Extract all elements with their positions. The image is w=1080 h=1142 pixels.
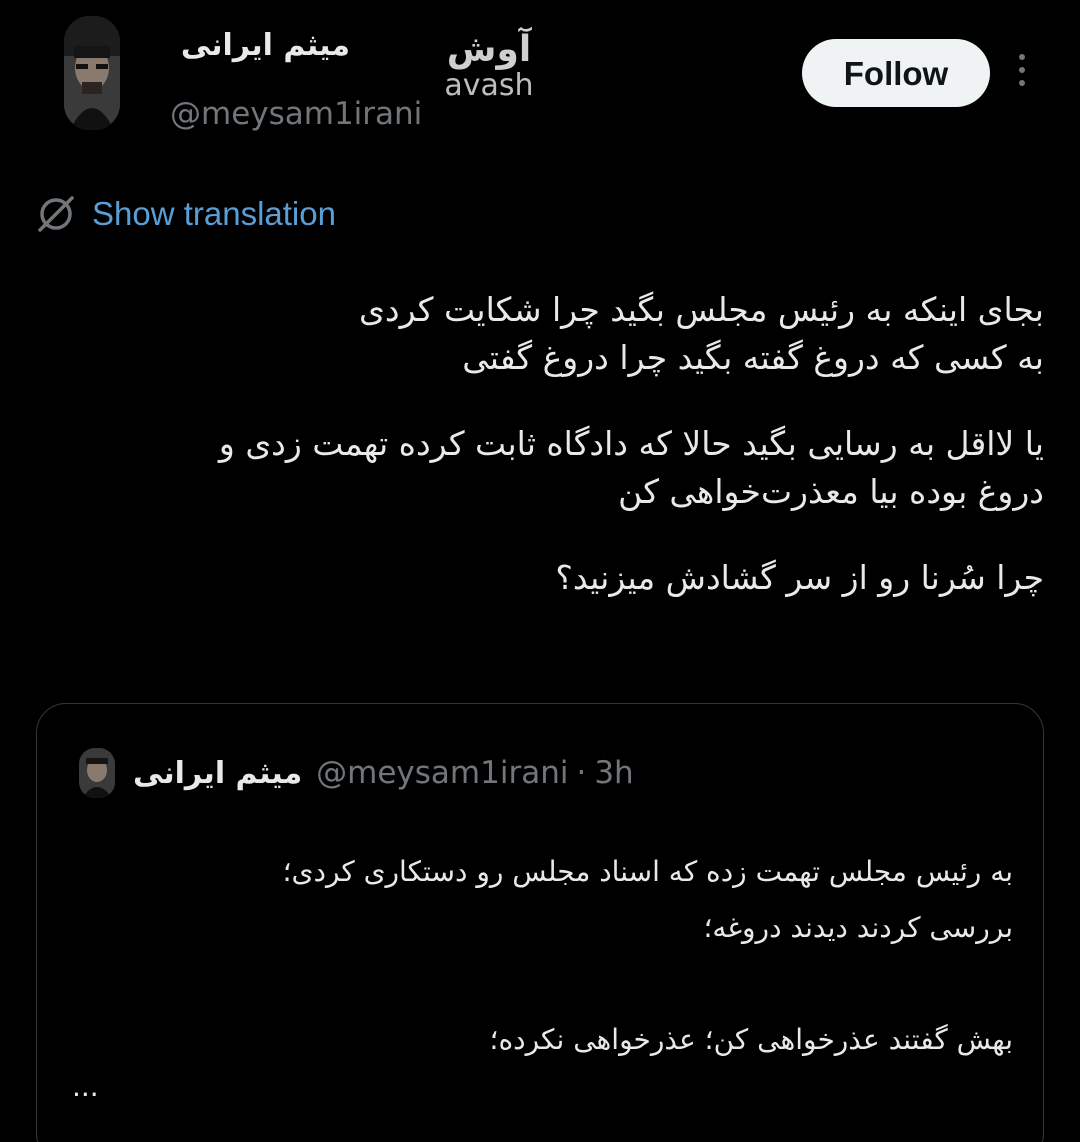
tweet-line: یا لااقل به رسایی بگید حالا که دادگاه ثا… bbox=[218, 424, 1044, 463]
follow-button[interactable]: Follow bbox=[802, 39, 990, 107]
more-vertical-icon[interactable] bbox=[1012, 54, 1032, 94]
tweet-line: بجای اینکه به رئیس مجلس بگید چرا شکایت ک… bbox=[359, 290, 1044, 329]
tweet-line: دروغ بوده بیا معذرت‌خواهی کن bbox=[618, 472, 1044, 511]
watermark-text-fa: آوش bbox=[446, 29, 532, 70]
watermark-text-en: avash bbox=[444, 68, 534, 103]
watermark-logo: آوش avash bbox=[434, 30, 544, 110]
tweet-paragraph: بجای اینکه به رئیس مجلس بگید چرا شکایت ک… bbox=[40, 286, 1044, 382]
quoted-tweet-text: به رئیس مجلس تهمت زده که اسناد مجلس رو د… bbox=[77, 844, 1013, 1068]
quoted-line: به رئیس مجلس تهمت زده که اسناد مجلس رو د… bbox=[282, 855, 1013, 888]
quoted-tweet[interactable]: میثم ایرانی @meysam1irani · 3h به رئیس م… bbox=[36, 703, 1044, 1142]
tweet-line: به کسی که دروغ گفته بگید چرا دروغ گفتی bbox=[462, 338, 1044, 377]
show-translation-label[interactable]: Show translation bbox=[92, 195, 336, 233]
author-name[interactable]: میثم ایرانی bbox=[160, 28, 350, 63]
globe-icon bbox=[38, 196, 74, 232]
quoted-author-handle[interactable]: @meysam1irani bbox=[316, 755, 568, 791]
tweet-paragraph: چرا سُرنا رو از سر گشادش میزنید؟ bbox=[40, 554, 1044, 602]
quoted-line: بررسی کردند دیدند دروغه؛ bbox=[703, 911, 1013, 944]
quoted-avatar-image bbox=[79, 748, 115, 798]
avatar-image bbox=[64, 16, 120, 130]
quoted-line: بهش گفتند عذرخواهی کن؛ عذرخواهی نکرده؛ bbox=[489, 1023, 1013, 1056]
quoted-author-avatar[interactable] bbox=[79, 748, 115, 798]
tweet-line: چرا سُرنا رو از سر گشادش میزنید؟ bbox=[555, 558, 1044, 597]
tweet-text: بجای اینکه به رئیس مجلس بگید چرا شکایت ک… bbox=[40, 286, 1044, 640]
quoted-truncation: ... bbox=[72, 1070, 99, 1103]
show-translation-link[interactable]: Show translation bbox=[34, 192, 336, 236]
quoted-tweet-header: میثم ایرانی @meysam1irani · 3h bbox=[79, 748, 1043, 798]
quoted-timestamp[interactable]: 3h bbox=[594, 755, 633, 791]
author-handle[interactable]: @meysam1irani bbox=[170, 96, 422, 132]
tweet-page: میثم ایرانی @meysam1irani آوش avash Foll… bbox=[0, 0, 1080, 1142]
quoted-separator: · bbox=[576, 755, 587, 791]
quoted-author-name[interactable]: میثم ایرانی bbox=[133, 756, 302, 791]
tweet-paragraph: یا لااقل به رسایی بگید حالا که دادگاه ثا… bbox=[40, 420, 1044, 516]
author-avatar[interactable] bbox=[64, 16, 120, 130]
